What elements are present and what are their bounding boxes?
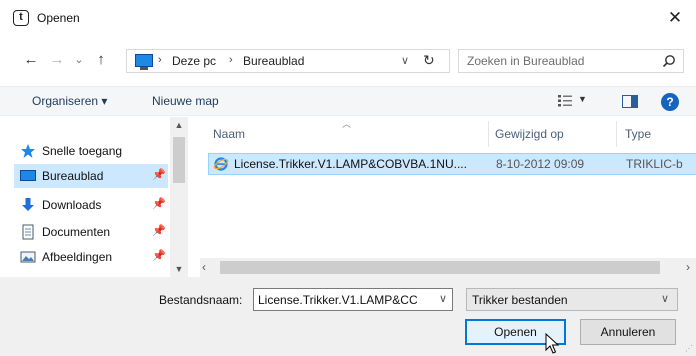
desktop-folder-icon <box>20 170 36 181</box>
breadcrumb-item-this-pc[interactable]: Deze pc <box>172 54 216 68</box>
recent-locations-chevron-icon[interactable]: ⌄ <box>70 51 88 69</box>
scroll-right-icon[interactable]: › <box>686 260 690 274</box>
pictures-icon <box>20 251 36 263</box>
forward-arrow-icon[interactable]: → <box>48 51 66 69</box>
filetype-value: Trikker bestanden <box>472 293 568 307</box>
refresh-icon[interactable]: ↻ <box>423 52 435 69</box>
sidebar-item-documents[interactable]: Documenten 📌 <box>16 220 166 244</box>
organize-menu-button[interactable]: Organiseren ▾ <box>32 94 107 108</box>
file-list: ︿ Naam Gewijzigd op Type License.Trikker… <box>200 117 696 277</box>
file-modified-date: 8-10-2012 09:09 <box>496 157 585 171</box>
sidebar-item-label: Documenten <box>42 225 111 239</box>
search-box[interactable] <box>458 49 684 73</box>
column-divider[interactable] <box>616 121 617 147</box>
app-icon: t <box>13 10 29 26</box>
filetype-select[interactable]: Trikker bestanden ∨ <box>466 288 678 311</box>
column-header-type[interactable]: Type <box>625 127 651 141</box>
sidebar-item-label: Bureaublad <box>42 169 104 183</box>
download-arrow-icon <box>22 198 34 211</box>
computer-icon <box>135 54 153 70</box>
column-header-date[interactable]: Gewijzigd op <box>495 127 564 141</box>
file-type: TRIKLIC-b <box>626 157 683 171</box>
new-folder-button[interactable]: Nieuwe map <box>152 94 219 108</box>
breadcrumb-separator-icon: › <box>229 54 233 66</box>
search-input[interactable] <box>467 53 647 69</box>
internet-explorer-file-icon <box>213 157 229 171</box>
chevron-down-icon[interactable]: ∨ <box>439 292 447 305</box>
sidebar-item-label: Afbeeldingen <box>42 250 113 264</box>
breadcrumb-item-desktop[interactable]: Bureaublad <box>243 54 304 68</box>
command-toolbar: Organiseren ▾ Nieuwe map ▼ ? <box>0 86 696 116</box>
star-icon <box>21 144 35 158</box>
navigation-bar: ← → ⌄ ↑ › Deze pc › Bureaublad ∨ ↻ <box>0 46 696 76</box>
title-bar: t Openen ✕ <box>0 0 696 36</box>
scrollbar-thumb[interactable] <box>220 261 660 274</box>
filename-input[interactable] <box>258 292 430 308</box>
file-name: License.Trikker.V1.LAMP&COBVBA.1NU.... <box>234 157 467 171</box>
breadcrumb-separator-icon: › <box>158 54 162 66</box>
back-arrow-icon[interactable]: ← <box>22 51 40 69</box>
dialog-footer: Bestandsnaam: ∨ Trikker bestanden ∨ Open… <box>0 277 696 356</box>
sidebar-item-label: Downloads <box>42 198 102 212</box>
column-divider[interactable] <box>488 121 489 147</box>
search-icon[interactable] <box>662 54 676 68</box>
sidebar-item-downloads[interactable]: Downloads 📌 <box>16 193 166 217</box>
column-header-name[interactable]: Naam <box>213 127 245 141</box>
navigation-pane: Snelle toegang Bureaublad 📌 Downloads 📌 … <box>0 117 188 277</box>
sidebar-item-label: Snelle toegang <box>42 144 123 158</box>
cancel-button[interactable]: Annuleren <box>580 319 676 345</box>
help-icon[interactable]: ? <box>661 93 679 111</box>
mouse-cursor-icon <box>545 333 560 354</box>
address-dropdown-icon[interactable]: ∨ <box>401 54 409 67</box>
chevron-down-icon[interactable]: ∨ <box>661 292 669 305</box>
table-row[interactable]: License.Trikker.V1.LAMP&COBVBA.1NU.... 8… <box>208 153 696 175</box>
horizontal-scrollbar[interactable]: ‹ › <box>200 258 696 277</box>
address-bar[interactable]: › Deze pc › Bureaublad ∨ ↻ <box>126 49 450 73</box>
navigation-scrollbar[interactable]: ▲ ▼ <box>170 117 188 277</box>
pin-icon[interactable]: 📌 <box>152 168 166 181</box>
sidebar-item-quick-access[interactable]: Snelle toegang <box>16 139 166 163</box>
preview-pane-icon[interactable] <box>622 95 638 108</box>
sidebar-item-desktop[interactable]: Bureaublad 📌 <box>14 164 168 188</box>
pin-icon[interactable]: 📌 <box>152 197 166 210</box>
scroll-up-icon[interactable]: ▲ <box>170 120 188 130</box>
view-dropdown-icon[interactable]: ▼ <box>578 94 587 104</box>
view-options-icon[interactable] <box>558 95 572 107</box>
scroll-down-icon[interactable]: ▼ <box>170 264 188 274</box>
filename-combobox[interactable]: ∨ <box>253 288 453 311</box>
resize-grip-icon[interactable]: ⋰ <box>685 344 693 353</box>
scrollbar-thumb[interactable] <box>173 137 185 183</box>
scroll-left-icon[interactable]: ‹ <box>202 260 206 274</box>
document-icon <box>22 224 34 240</box>
close-icon[interactable]: ✕ <box>664 8 686 28</box>
up-arrow-icon[interactable]: ↑ <box>92 51 110 69</box>
sidebar-item-pictures[interactable]: Afbeeldingen 📌 <box>16 245 166 269</box>
sort-ascending-icon: ︿ <box>342 119 352 129</box>
pin-icon[interactable]: 📌 <box>152 224 166 237</box>
window-title: Openen <box>37 11 80 25</box>
pin-icon[interactable]: 📌 <box>152 249 166 262</box>
filename-label: Bestandsnaam: <box>159 293 243 307</box>
